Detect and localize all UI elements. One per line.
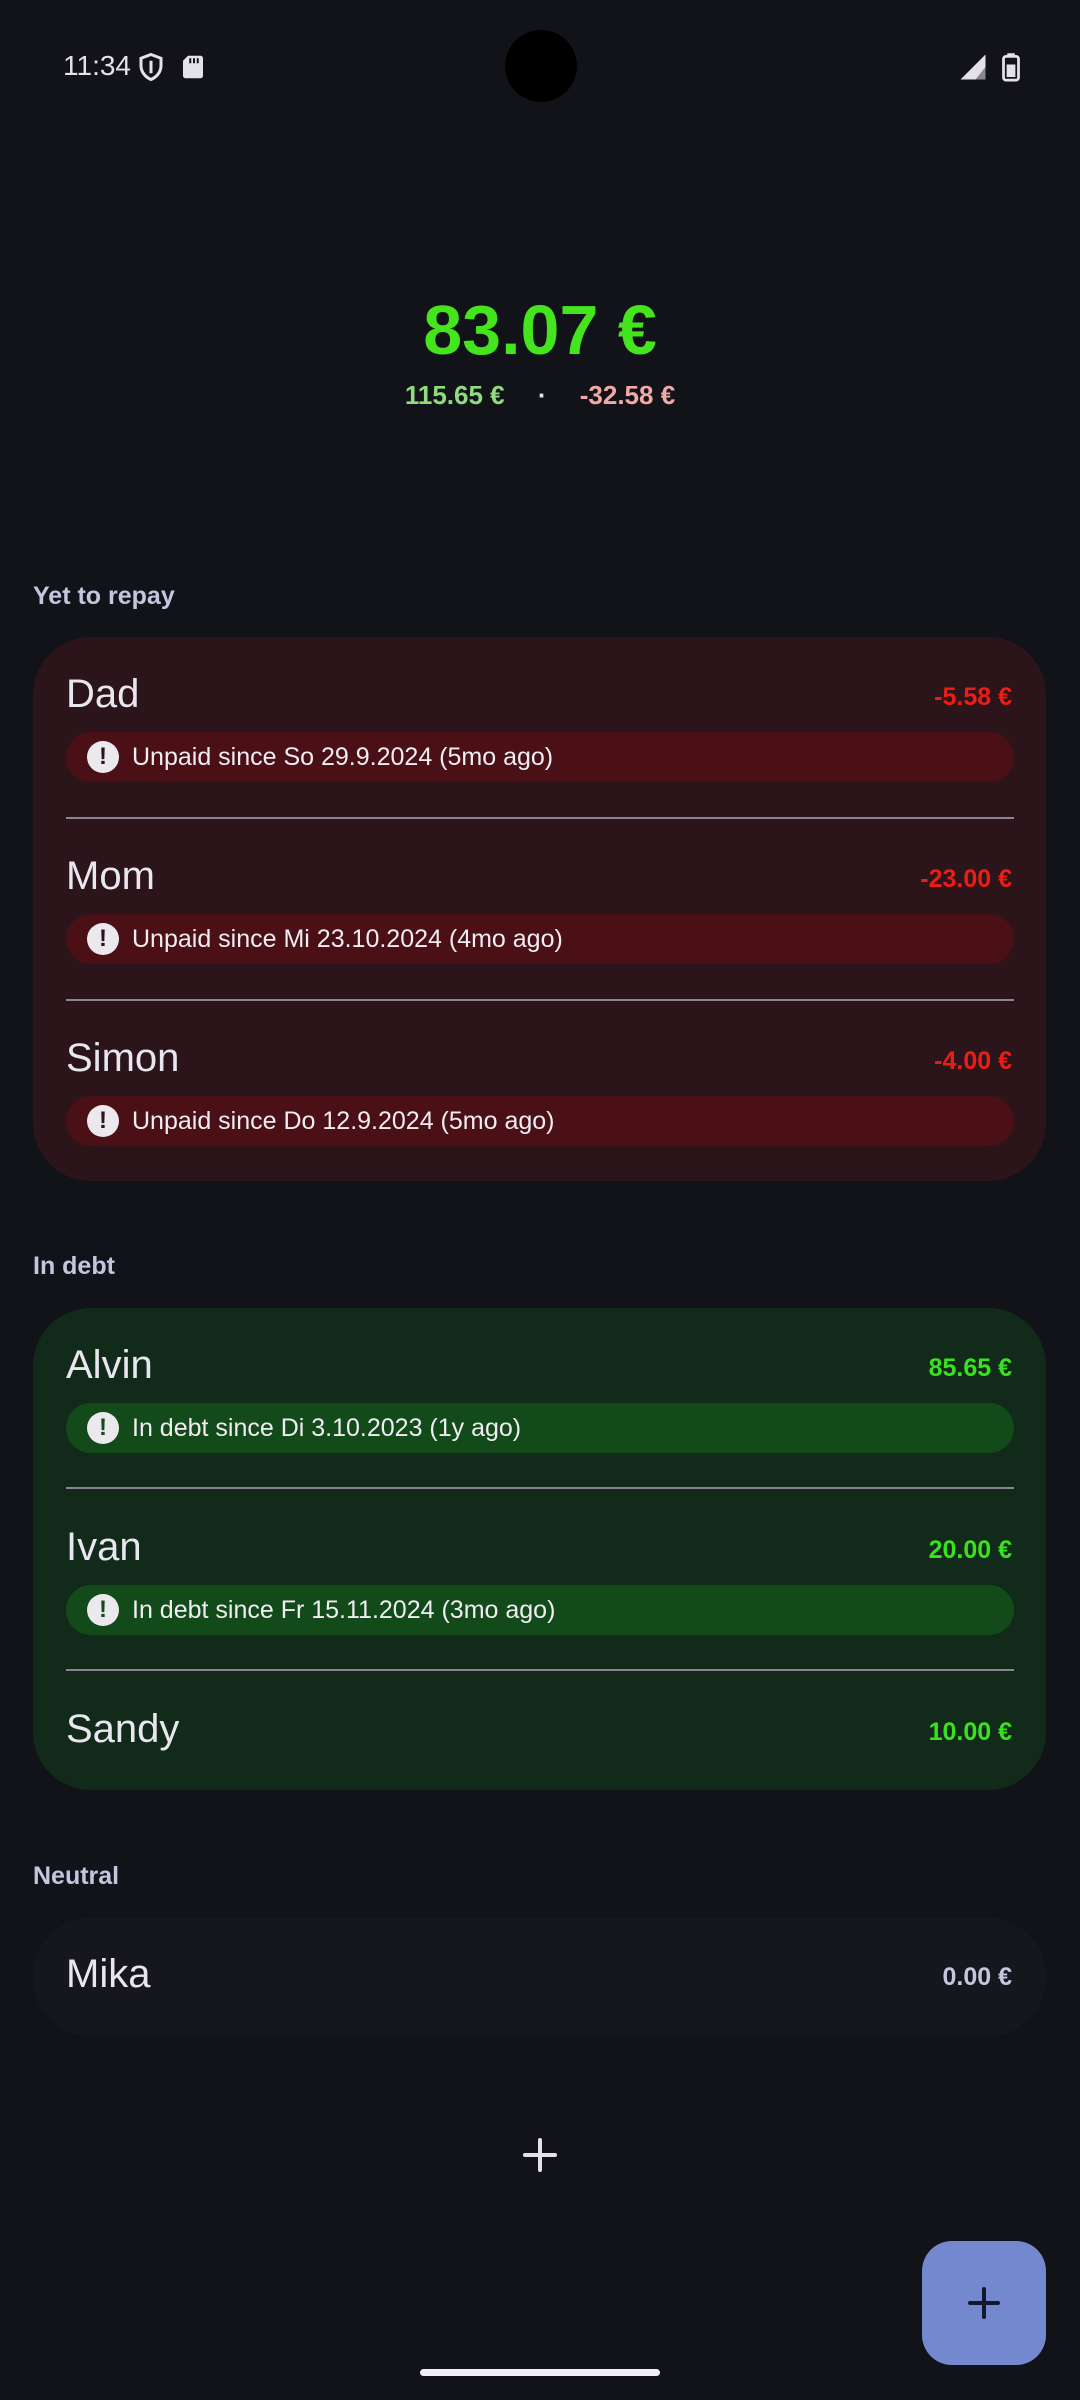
person-name[interactable]: Mika: [66, 1952, 150, 1997]
section-label-in-debt: In debt: [33, 1252, 115, 1280]
balance-breakdown: 115.65 € · -32.58 €: [0, 380, 1080, 411]
person-name[interactable]: Mom: [66, 854, 155, 899]
front-camera-cutout: [505, 30, 577, 102]
section-label-neutral: Neutral: [33, 1862, 120, 1890]
status-text: Unpaid since So 29.9.2024 (5mo ago): [132, 743, 554, 771]
person-amount: -23.00 €: [920, 865, 1012, 893]
person-name[interactable]: Dad: [66, 672, 139, 717]
gesture-home-bar[interactable]: [420, 2369, 660, 2376]
alert-icon: !: [87, 1594, 119, 1626]
total-balance: 83.07 €: [423, 291, 657, 369]
person-amount: 10.00 €: [928, 1718, 1012, 1746]
person-amount: 0.00 €: [942, 1963, 1012, 1991]
add-person-button[interactable]: [515, 2130, 565, 2180]
unpaid-status-chip: ! Unpaid since Mi 23.10.2024 (4mo ago): [66, 914, 1014, 964]
person-name[interactable]: Sandy: [66, 1707, 179, 1752]
you-owe-total: -32.58 €: [579, 380, 676, 410]
unpaid-status-chip: ! Unpaid since So 29.9.2024 (5mo ago): [66, 732, 1014, 782]
neutral-card: [33, 1918, 1046, 2036]
signal-icon: [960, 54, 986, 80]
person-amount: 85.65 €: [928, 1354, 1012, 1382]
person-amount: -4.00 €: [934, 1047, 1012, 1075]
add-transaction-fab[interactable]: [922, 2241, 1046, 2365]
shield-icon: [139, 52, 163, 82]
divider: [66, 817, 1014, 819]
alert-icon: !: [87, 923, 119, 955]
section-label-yet-to-repay: Yet to repay: [33, 582, 175, 610]
owed-to-you-total: 115.65 €: [404, 380, 505, 410]
unpaid-status-chip: ! Unpaid since Do 12.9.2024 (5mo ago): [66, 1096, 1014, 1146]
plus-icon: [968, 2287, 1000, 2319]
divider: [66, 1487, 1014, 1489]
person-name[interactable]: Alvin: [66, 1343, 153, 1388]
battery-icon: [1002, 53, 1020, 82]
alert-icon: !: [87, 1412, 119, 1444]
status-text: Unpaid since Do 12.9.2024 (5mo ago): [132, 1107, 555, 1135]
person-name[interactable]: Ivan: [66, 1525, 142, 1570]
debt-status-chip: ! In debt since Di 3.10.2023 (1y ago): [66, 1403, 1014, 1453]
alert-icon: !: [87, 1105, 119, 1137]
status-text: In debt since Di 3.10.2023 (1y ago): [132, 1414, 522, 1442]
person-name[interactable]: Simon: [66, 1036, 179, 1081]
status-time: 11:34: [63, 50, 131, 81]
status-text: Unpaid since Mi 23.10.2024 (4mo ago): [132, 925, 563, 953]
divider: [66, 999, 1014, 1001]
divider: [66, 1669, 1014, 1671]
person-amount: -5.58 €: [934, 683, 1012, 711]
sd-card-icon: [183, 55, 203, 79]
alert-icon: !: [87, 741, 119, 773]
debt-status-chip: ! In debt since Fr 15.11.2024 (3mo ago): [66, 1585, 1014, 1635]
separator-dot: ·: [537, 380, 547, 410]
status-text: In debt since Fr 15.11.2024 (3mo ago): [132, 1596, 556, 1624]
person-amount: 20.00 €: [928, 1536, 1012, 1564]
debt-card: [33, 1308, 1046, 1790]
